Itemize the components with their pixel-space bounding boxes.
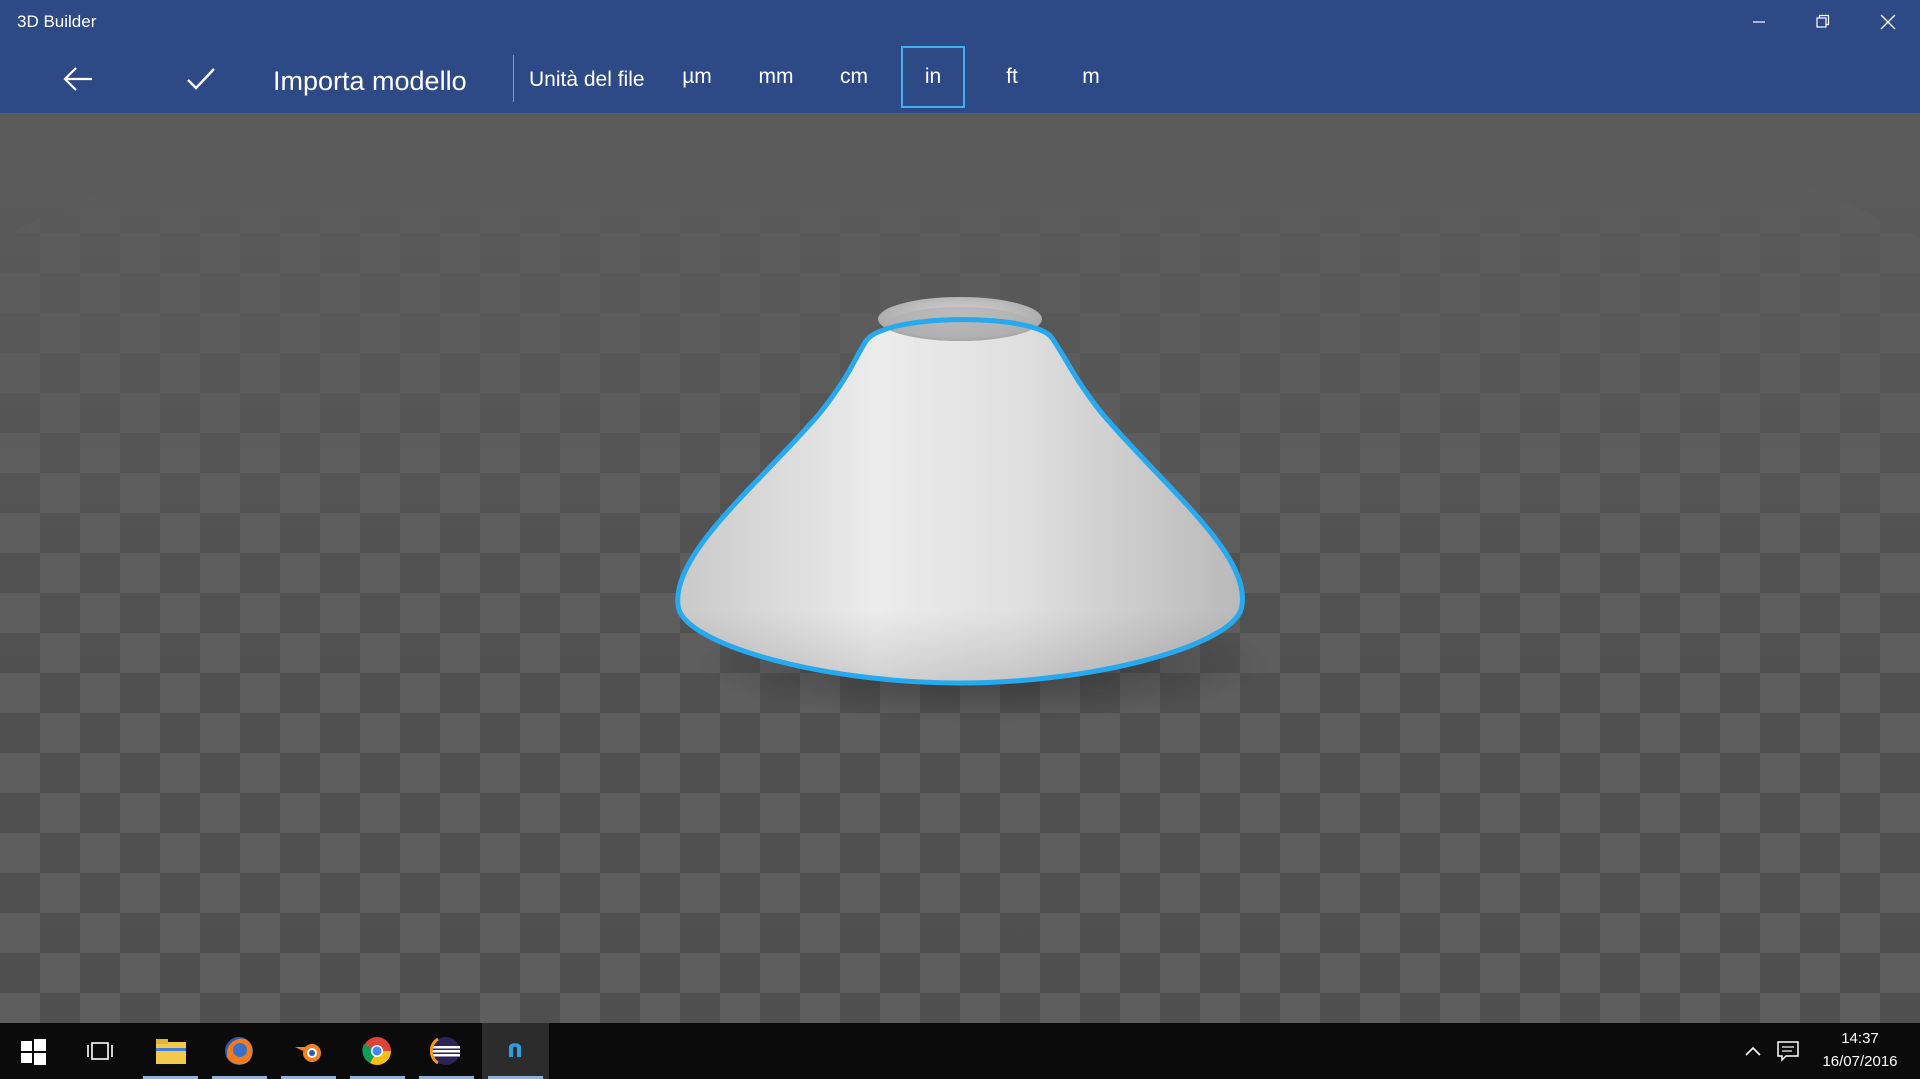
unit-button-mm[interactable]: mm [744, 46, 808, 108]
file-explorer-button[interactable] [137, 1023, 204, 1079]
restore-icon [1816, 14, 1830, 28]
chrome-button[interactable] [344, 1023, 411, 1079]
unit-button-in[interactable]: in [901, 46, 965, 108]
clock-date: 16/07/2016 [1822, 1053, 1898, 1070]
minimize-button[interactable] [1727, 0, 1791, 44]
task-view-button[interactable] [67, 1023, 134, 1079]
unit-button-um[interactable]: µm [665, 46, 729, 108]
command-bar: Importa modello Unità del file µm mm cm … [0, 44, 1920, 113]
minimize-icon [1753, 21, 1765, 23]
unit-button-m[interactable]: m [1059, 46, 1123, 108]
task-view-icon [87, 1042, 113, 1060]
back-arrow-icon [63, 67, 92, 91]
chevron-up-icon [1745, 1046, 1761, 1056]
close-icon [1880, 14, 1896, 30]
start-button[interactable] [0, 1023, 67, 1079]
app-window: 3D Builder Importa modello Unità del fil… [0, 0, 1920, 1079]
command-bar-divider [513, 55, 514, 102]
file-units-label: Unità del file [529, 68, 645, 91]
clock-time: 14:37 [1841, 1030, 1879, 1047]
file-explorer-icon [156, 1039, 186, 1064]
action-center-button[interactable] [1770, 1023, 1806, 1079]
page-title: Importa modello [273, 66, 467, 96]
message-icon [1777, 1041, 1799, 1062]
checkmark-icon [187, 68, 215, 90]
windows-start-icon [21, 1039, 46, 1065]
3d-viewport[interactable] [0, 113, 1920, 1023]
show-hidden-icons-button[interactable] [1738, 1023, 1768, 1079]
chrome-icon [362, 1037, 391, 1065]
back-button[interactable] [43, 44, 113, 113]
blender-icon [295, 1044, 321, 1062]
unit-button-cm[interactable]: cm [822, 46, 886, 108]
firefox-button[interactable] [206, 1023, 273, 1079]
taskbar: 14:37 16/07/2016 [0, 1023, 1920, 1079]
restore-button[interactable] [1791, 0, 1855, 44]
3d-builder-button[interactable] [482, 1023, 549, 1079]
title-bar: 3D Builder [0, 0, 1920, 44]
scene-canvas[interactable] [0, 113, 1920, 1023]
eclipse-icon [430, 1037, 460, 1065]
blender-button[interactable] [275, 1023, 342, 1079]
app-title: 3D Builder [17, 12, 97, 31]
3d-builder-icon [509, 1043, 521, 1057]
confirm-button[interactable] [166, 44, 236, 113]
clock[interactable]: 14:37 16/07/2016 [1810, 1027, 1910, 1073]
eclipse-button[interactable] [413, 1023, 480, 1079]
firefox-icon [225, 1037, 253, 1065]
unit-button-ft[interactable]: ft [980, 46, 1044, 108]
close-button[interactable] [1856, 0, 1920, 44]
